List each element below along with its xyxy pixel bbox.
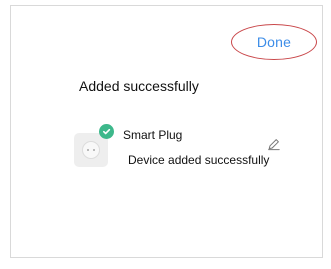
plug-hole-left — [87, 149, 89, 151]
device-name: Smart Plug — [123, 128, 183, 142]
done-label: Done — [256, 34, 292, 50]
device-row[interactable]: Smart Plug Device added successfully — [71, 122, 296, 172]
device-status: Device added successfully — [128, 153, 270, 167]
edit-icon[interactable] — [267, 137, 281, 151]
done-button[interactable]: Done — [231, 24, 317, 60]
plug-face — [82, 141, 100, 159]
plug-hole-right — [93, 149, 95, 151]
check-circle-icon — [99, 124, 114, 139]
page-title: Added successfully — [79, 78, 199, 94]
dialog-panel: Done Added successfully Smart Plug Devic… — [10, 5, 323, 258]
